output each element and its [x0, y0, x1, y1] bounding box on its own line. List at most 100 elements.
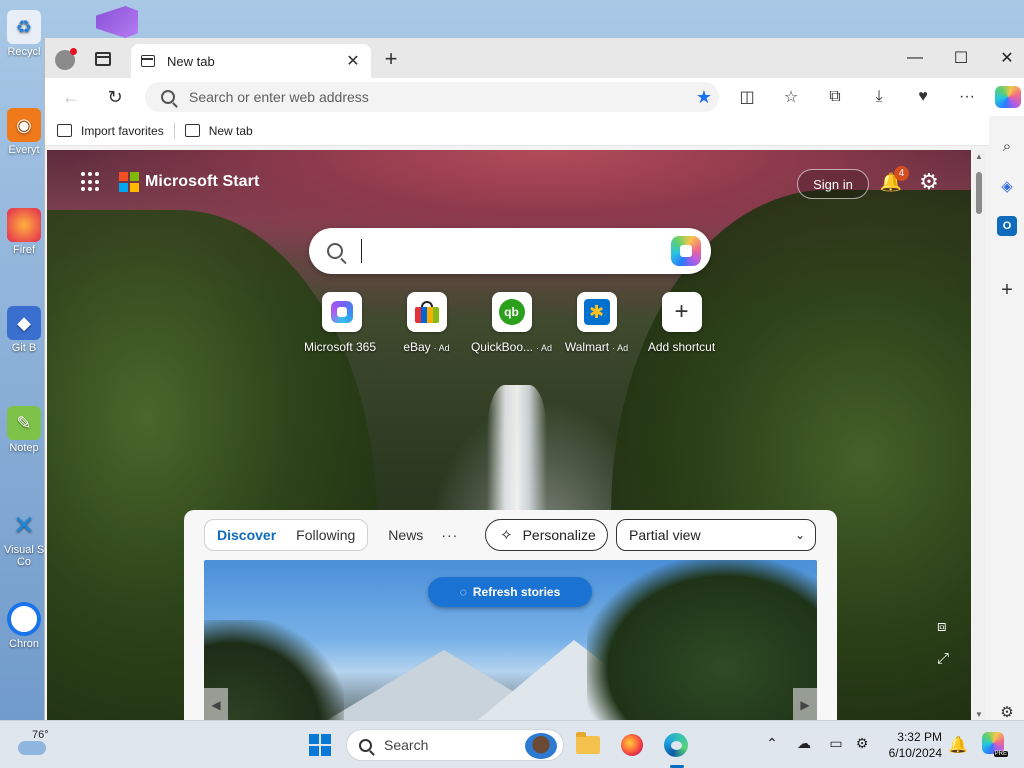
walmart-icon: ✱: [583, 299, 610, 325]
app-launcher-icon[interactable]: [81, 172, 101, 192]
tab-close-icon[interactable]: ✕: [345, 51, 361, 71]
display-icon[interactable]: ▭: [826, 735, 846, 752]
background-image-info-icon[interactable]: ⧈: [937, 618, 947, 635]
personalize-button[interactable]: ✧ Personalize: [485, 519, 608, 551]
more-options-icon[interactable]: ···: [955, 86, 979, 108]
refresh-stories-button[interactable]: ◌ Refresh stories: [428, 577, 592, 607]
notification-badge: 4: [894, 166, 909, 181]
address-bar[interactable]: ★: [145, 82, 719, 112]
taskbar-search[interactable]: Search: [346, 729, 564, 761]
taskbar-firefox[interactable]: [618, 731, 646, 759]
sidebar-outlook-icon[interactable]: O: [997, 216, 1017, 236]
downloads-icon[interactable]: ⤓: [867, 86, 891, 108]
carousel-next-button[interactable]: ▶: [793, 688, 817, 721]
visual-studio-code-icon: ✕: [13, 509, 35, 540]
hero-story-image[interactable]: ◌ Refresh stories ◀ ▶: [204, 560, 817, 721]
maximize-button[interactable]: ☐: [941, 44, 981, 72]
add-shortcut-button[interactable]: + Add shortcut: [639, 292, 724, 354]
desktop-icon-firefox[interactable]: Firef: [4, 208, 44, 256]
desktop-icon-chrome[interactable]: Chron: [4, 602, 44, 650]
show-hidden-icons-chevron-up-icon[interactable]: ⌃: [762, 735, 782, 752]
onedrive-icon[interactable]: ☁: [794, 735, 814, 752]
web-search-input[interactable]: [361, 239, 671, 263]
search-highlight-icon: [525, 733, 557, 759]
scroll-down-arrow-icon[interactable]: ▼: [975, 710, 983, 719]
taskbar-file-explorer[interactable]: [574, 731, 602, 759]
sidebar-add-icon[interactable]: +: [997, 279, 1017, 301]
shortcut-label: Add shortcut: [647, 340, 716, 354]
copilot-search-icon[interactable]: [671, 236, 701, 266]
browser-toolbar: ← ↻ ★ ◫ ☆ ⧉ ⤓ ♥ ···: [45, 78, 1024, 116]
expand-icon[interactable]: ⤢: [937, 650, 949, 667]
sign-in-button[interactable]: Sign in: [797, 169, 869, 199]
desktop-icon-label: Git B: [11, 342, 37, 354]
notifications-bell-icon[interactable]: 🔔 4: [879, 166, 909, 196]
shortcut-label: QuickBoo... · Ad: [470, 340, 553, 354]
shortcut-label: Microsoft 365: [303, 340, 377, 354]
sidebar-search-icon[interactable]: ⌕: [997, 136, 1017, 156]
refresh-button[interactable]: ↻: [103, 86, 127, 108]
profile-avatar[interactable]: [55, 48, 77, 70]
page-scrollbar[interactable]: ▲ ▼: [973, 150, 985, 721]
favorite-new-tab-link[interactable]: New tab: [184, 124, 253, 138]
sidebar-settings-icon[interactable]: ⚙: [997, 702, 1017, 722]
network-volume-icon[interactable]: ⚙: [852, 735, 872, 752]
copilot-preview-badge: PRE: [993, 751, 1008, 757]
copilot-icon[interactable]: [995, 86, 1021, 108]
sidebar-copilot-icon[interactable]: ◈: [997, 176, 1017, 196]
new-tab-button[interactable]: +: [381, 48, 401, 70]
desktop-icon-label-line2: Co: [16, 556, 32, 568]
shortcut-label: eBay · Ad: [403, 340, 450, 354]
shortcut-microsoft-365[interactable]: Microsoft 365: [299, 292, 384, 354]
tab-news[interactable]: News: [388, 527, 423, 543]
more-tabs-button[interactable]: ···: [441, 527, 458, 543]
visual-studio-taskbar-icon[interactable]: [96, 6, 138, 38]
quickbooks-icon: qb: [498, 299, 525, 325]
split-screen-icon[interactable]: ◫: [735, 86, 759, 108]
minimize-button[interactable]: —: [895, 44, 935, 72]
desktop-icon-git-bash[interactable]: ◆ Git B: [4, 306, 44, 354]
ebay-icon: [414, 301, 439, 323]
shortcut-ebay[interactable]: eBay · Ad: [384, 292, 469, 354]
microsoft-logo-icon: [119, 172, 139, 192]
import-favorites-link[interactable]: Import favorites: [57, 124, 164, 138]
carousel-prev-button[interactable]: ◀: [204, 688, 228, 721]
everything-icon: ◉: [7, 108, 41, 142]
plus-icon: +: [674, 298, 689, 325]
browser-essentials-icon[interactable]: ♥: [911, 86, 935, 108]
system-clock[interactable]: 3:32 PM 6/10/2024: [878, 729, 942, 761]
brand-name[interactable]: Microsoft Start: [145, 173, 259, 191]
scrollbar-thumb[interactable]: [976, 172, 982, 214]
new-tab-page: Microsoft Start Sign in 🔔 4 ⚙ Microsoft 3…: [47, 150, 971, 721]
windows-logo-icon: [309, 734, 331, 756]
collections-icon[interactable]: ⧉: [823, 86, 847, 108]
layout-view-select[interactable]: Partial view ⌄: [616, 519, 816, 551]
favorites-bar: Import favorites New tab: [45, 116, 1024, 146]
web-search-box[interactable]: [309, 228, 711, 274]
desktop-icon-vscode[interactable]: ✕ Visual S Co: [4, 508, 44, 569]
scroll-up-arrow-icon[interactable]: ▲: [975, 152, 983, 161]
tab-discover[interactable]: Discover: [207, 520, 286, 550]
desktop-icon-notepad[interactable]: ✎ Notep: [4, 406, 44, 454]
desktop-icon-everything[interactable]: ◉ Everyt: [4, 108, 44, 156]
back-button[interactable]: ←: [59, 86, 83, 108]
desktop-icon-label: Notep: [9, 442, 39, 454]
tab-new-tab[interactable]: New tab ✕: [131, 44, 371, 78]
settings-gear-icon[interactable]: ⚙: [917, 170, 941, 194]
shortcut-walmart[interactable]: ✱ Walmart · Ad: [554, 292, 639, 354]
clock-time: 3:32 PM: [897, 730, 942, 744]
address-input[interactable]: [189, 89, 689, 105]
start-button[interactable]: [306, 731, 334, 759]
copilot-taskbar-icon[interactable]: PRE: [982, 732, 1008, 757]
desktop-icon-recycle-bin[interactable]: ♻ Recycl: [4, 10, 44, 58]
notification-bell-icon[interactable]: 🔔: [948, 735, 968, 755]
taskbar-edge[interactable]: [662, 731, 690, 759]
favorite-star-icon[interactable]: ★: [689, 87, 719, 108]
tab-actions-icon[interactable]: [95, 52, 111, 66]
favorites-icon[interactable]: ☆: [779, 86, 803, 108]
shortcut-quickbooks[interactable]: qb QuickBoo... · Ad: [469, 292, 554, 354]
tab-following[interactable]: Following: [286, 520, 365, 550]
close-window-button[interactable]: ✕: [987, 44, 1024, 72]
search-icon: [161, 90, 175, 104]
sparkle-icon: ✧: [500, 527, 513, 544]
